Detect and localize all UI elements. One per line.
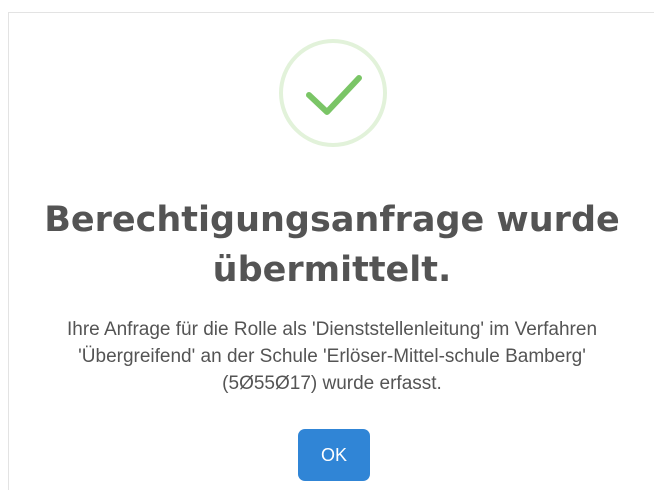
success-dialog: Berechtigungsanfrage wurde übermittelt. … <box>8 12 654 490</box>
dialog-title: Berechtigungsanfrage wurde übermittelt. <box>44 200 620 290</box>
checkmark-icon <box>306 75 362 115</box>
dialog-message: Ihre Anfrage für die Rolle als 'Dienstst… <box>66 319 598 394</box>
success-check-icon <box>279 39 387 147</box>
ok-button[interactable]: OK <box>298 429 370 481</box>
